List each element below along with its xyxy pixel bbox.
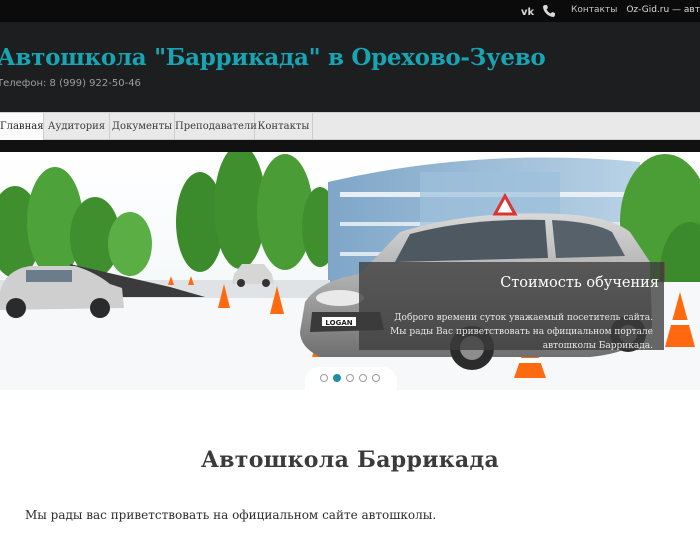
slider-dot[interactable] <box>372 374 380 382</box>
vk-icon[interactable]: vk <box>521 4 535 18</box>
site-title[interactable]: Автошкола "Баррикада" в Орехово-Зуево <box>0 44 546 71</box>
caption-text: Доброго времени суток уважаемый посетите… <box>390 313 653 351</box>
slide-caption[interactable]: Стоимость обучения Доброго времени суток… <box>359 262 664 351</box>
slider-pagination <box>305 367 397 390</box>
page-heading: Автошкола Баррикада <box>200 447 500 473</box>
site-link[interactable]: Oz-Gid.ru — автошкол <box>626 5 700 15</box>
slider-dot-active[interactable] <box>333 374 341 382</box>
header-divider <box>0 140 700 152</box>
license-plate: LOGAN <box>325 319 352 327</box>
slider-dot[interactable] <box>346 374 354 382</box>
site-phone: Телефон: 8 (999) 922-50-46 <box>0 78 141 89</box>
nav-item-teachers[interactable]: Преподаватели <box>175 113 257 140</box>
slider-dot[interactable] <box>320 374 328 382</box>
nav-item-home[interactable]: Главная <box>0 113 44 140</box>
slider-dot[interactable] <box>359 374 367 382</box>
caption-title[interactable]: Стоимость обучения <box>359 275 659 291</box>
main-nav: Главная Аудитория Документы Преподавател… <box>0 112 700 140</box>
site-header: Автошкола "Баррикада" в Орехово-Зуево Те… <box>0 22 700 112</box>
hero-slider[interactable]: LOGAN Стоимость обучения Доброго времени… <box>0 152 700 390</box>
contacts-link[interactable]: Контакты <box>571 5 617 15</box>
intro-text: Мы рады вас приветствовать на официально… <box>25 508 437 522</box>
nav-item-audience[interactable]: Аудитория <box>44 113 110 140</box>
nav-item-documents[interactable]: Документы <box>110 113 175 140</box>
nav-item-contacts[interactable]: Контакты <box>255 113 313 140</box>
phone-icon[interactable] <box>542 4 556 18</box>
top-bar: vk Контакты Oz-Gid.ru — автошкол <box>0 0 700 22</box>
svg-text:vk: vk <box>521 7 535 18</box>
